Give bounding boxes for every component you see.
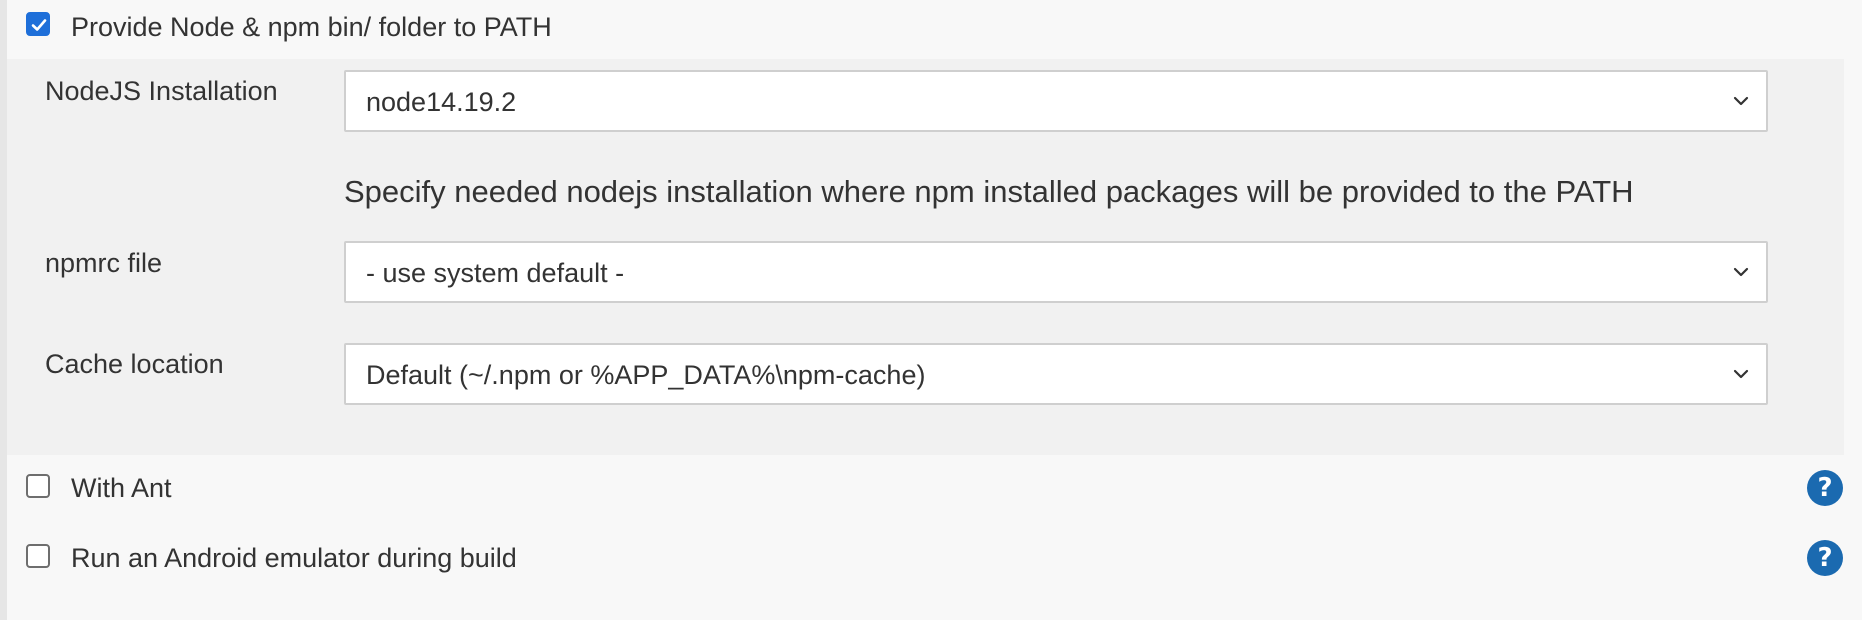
with-ant-help-icon[interactable]: ? [1807, 470, 1843, 506]
chevron-down-icon [1733, 267, 1749, 277]
npmrc-file-select[interactable]: - use system default - [344, 241, 1768, 303]
nodejs-config-panel: NodeJS Installation node14.19.2 Specify … [7, 59, 1844, 455]
provide-node-label[interactable]: Provide Node & npm bin/ folder to PATH [71, 12, 552, 43]
section-indent-bar [0, 0, 7, 620]
chevron-down-icon [1733, 369, 1749, 379]
nodejs-installation-value: node14.19.2 [366, 87, 517, 117]
nodejs-installation-label: NodeJS Installation [45, 76, 278, 106]
android-emulator-row: Run an Android emulator during build [7, 530, 1862, 590]
build-environment-section: Provide Node & npm bin/ folder to PATH N… [0, 0, 1862, 620]
with-ant-row: With Ant [7, 460, 1862, 520]
android-emulator-checkbox[interactable] [26, 544, 50, 568]
npmrc-file-value: - use system default - [366, 258, 625, 288]
npmrc-file-label: npmrc file [45, 248, 163, 278]
android-emulator-help-icon[interactable]: ? [1807, 540, 1843, 576]
with-ant-label[interactable]: With Ant [71, 473, 172, 504]
nodejs-installation-hint: Specify needed nodejs installation where… [344, 174, 1634, 209]
checkmark-icon [31, 19, 47, 31]
provide-node-row: Provide Node & npm bin/ folder to PATH [7, 0, 1862, 59]
cache-location-value: Default (~/.npm or %APP_DATA%\npm-cache) [366, 360, 926, 390]
android-emulator-label[interactable]: Run an Android emulator during build [71, 543, 517, 574]
nodejs-installation-select[interactable]: node14.19.2 [344, 70, 1768, 132]
chevron-down-icon [1733, 96, 1749, 106]
cache-location-label: Cache location [45, 349, 224, 379]
provide-node-checkbox[interactable] [26, 12, 50, 36]
with-ant-checkbox[interactable] [26, 474, 50, 498]
cache-location-select[interactable]: Default (~/.npm or %APP_DATA%\npm-cache) [344, 343, 1768, 405]
